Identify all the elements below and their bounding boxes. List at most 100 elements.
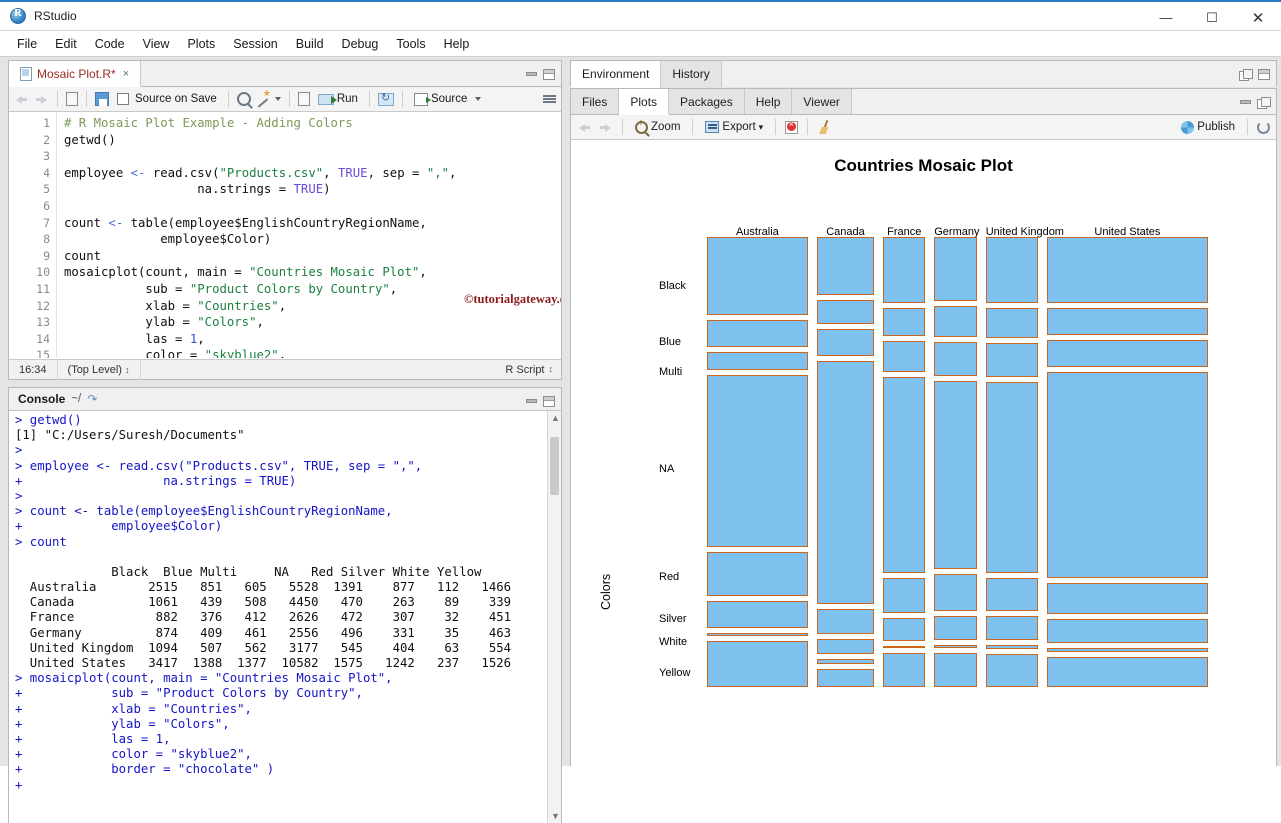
clear-all-plots-icon[interactable] <box>817 120 831 134</box>
menu-edit[interactable]: Edit <box>46 34 86 54</box>
row-label: NA <box>659 463 675 475</box>
menu-session[interactable]: Session <box>224 34 286 54</box>
source-chevron-down-icon[interactable] <box>475 97 482 101</box>
scroll-down-icon[interactable]: ▼ <box>551 811 560 821</box>
watermark: ©tutorialgateway.org <box>464 292 561 306</box>
search-icon[interactable] <box>236 92 251 106</box>
remove-plot-icon[interactable] <box>785 119 799 134</box>
tab-mosaic-plot-r[interactable]: Mosaic Plot.R* × <box>9 61 142 87</box>
filetype-selector[interactable]: R Script ↕ <box>497 364 561 376</box>
outline-icon[interactable] <box>543 93 556 105</box>
mosaic-tile <box>707 641 808 687</box>
line-number: 15 <box>36 348 50 358</box>
checkbox-icon[interactable] <box>117 93 129 105</box>
forward-icon[interactable] <box>34 93 49 106</box>
source-on-save-toggle[interactable]: Source on Save <box>114 92 220 106</box>
tab-viewer[interactable]: Viewer <box>792 89 852 114</box>
save-icon[interactable] <box>95 92 109 106</box>
menu-debug[interactable]: Debug <box>333 34 388 54</box>
menu-view[interactable]: View <box>134 34 179 54</box>
scrollbar-thumb[interactable] <box>550 437 559 495</box>
divider <box>57 91 58 107</box>
tab-label: History <box>672 67 710 81</box>
popout-icon[interactable] <box>66 92 78 106</box>
share-icon[interactable]: ↷ <box>87 392 97 406</box>
plots-pane-controls <box>1240 89 1271 115</box>
zoom-label: Zoom <box>651 121 681 133</box>
tab-plots[interactable]: Plots <box>619 89 670 115</box>
source-button[interactable]: Source <box>411 92 470 107</box>
publish-button[interactable]: Publish <box>1178 120 1238 135</box>
line-number: 9 <box>43 248 50 263</box>
filetype-label: R Script <box>505 363 545 376</box>
maximize-button[interactable]: ☐ <box>1189 2 1235 33</box>
mosaic-tile <box>985 615 1038 640</box>
window-controls: — ☐ ✕ <box>1143 2 1281 33</box>
rerun-icon[interactable] <box>377 91 394 106</box>
tab-help[interactable]: Help <box>744 89 793 114</box>
mosaic-tile <box>985 343 1038 377</box>
run-button[interactable]: Run <box>315 92 361 106</box>
code-tools-icon[interactable] <box>256 88 271 106</box>
mosaic-tile <box>934 341 977 376</box>
maximize-pane-icon[interactable] <box>1258 68 1270 80</box>
mosaic-tile <box>883 340 926 372</box>
console-line: Germany 874 409 461 2556 496 331 35 463 <box>15 625 512 640</box>
code-text-area[interactable]: # R Mosaic Plot Example - Adding Colors g… <box>64 115 561 358</box>
menu-file[interactable]: File <box>8 34 46 54</box>
scroll-up-icon[interactable]: ▲ <box>551 413 560 423</box>
menu-plots[interactable]: Plots <box>178 34 224 54</box>
mosaic-tile <box>883 577 926 613</box>
minimize-pane-icon[interactable] <box>526 72 537 76</box>
export-button[interactable]: Export ▾ <box>702 120 766 134</box>
r-document-icon <box>20 66 32 81</box>
maximize-pane-icon[interactable] <box>543 68 555 80</box>
compile-report-icon[interactable] <box>297 92 310 106</box>
menu-code[interactable]: Code <box>86 34 134 54</box>
menu-tools[interactable]: Tools <box>387 34 434 54</box>
refresh-icon[interactable] <box>1257 120 1270 134</box>
menu-build[interactable]: Build <box>287 34 333 54</box>
console-line: > count <box>15 534 67 549</box>
zoom-button[interactable]: Zoom <box>632 118 683 135</box>
scope-selector[interactable]: (Top Level) ↕ <box>58 359 141 380</box>
maximize-pane-icon[interactable] <box>543 395 555 407</box>
console-line: United Kingdom 1094 507 562 3177 545 404… <box>15 640 512 655</box>
chevron-down-icon[interactable] <box>274 97 281 101</box>
tab-history[interactable]: History <box>661 61 722 87</box>
mosaic-tile <box>934 645 977 648</box>
row-label: Multi <box>659 366 683 378</box>
close-icon[interactable]: × <box>123 68 129 80</box>
tab-environment[interactable]: Environment <box>571 61 662 88</box>
console-line: > <box>15 443 23 458</box>
minimize-button[interactable]: — <box>1143 2 1189 33</box>
mosaic-tile <box>883 645 926 649</box>
menu-help[interactable]: Help <box>435 34 479 54</box>
tab-files[interactable]: Files <box>571 89 620 114</box>
back-icon[interactable] <box>14 93 29 106</box>
console-scrollbar[interactable]: ▲ ▼ <box>547 411 561 823</box>
minimize-pane-icon[interactable] <box>1240 100 1251 104</box>
code-line: mosaicplot(count, main = "Countries Mosa… <box>64 265 427 280</box>
back-icon[interactable] <box>577 121 592 134</box>
code-editor[interactable]: 12345678910111213141516 # R Mosaic Plot … <box>9 112 561 358</box>
restore-pane-icon[interactable] <box>1239 68 1253 81</box>
divider <box>227 91 229 107</box>
minimize-pane-icon[interactable] <box>526 399 537 403</box>
forward-icon[interactable] <box>598 121 613 134</box>
console-header: Console ~/ ↷ <box>9 388 561 411</box>
console-line: Black Blue Multi NA Red Silver White Yel… <box>15 564 482 579</box>
tab-packages[interactable]: Packages <box>669 89 745 114</box>
close-button[interactable]: ✕ <box>1235 2 1281 33</box>
environment-pane: Environment History <box>570 60 1277 88</box>
console-output[interactable]: > getwd() [1] "C:/Users/Suresh/Documents"… <box>9 411 561 823</box>
code-line: getwd() <box>64 132 116 147</box>
code-line: color = "skyblue2", <box>64 348 287 358</box>
mosaic-tile <box>707 237 808 316</box>
restore-pane-icon[interactable] <box>1257 96 1271 109</box>
mosaic-tile <box>883 307 926 336</box>
tab-label: Plots <box>630 94 658 109</box>
source-tab-label: Mosaic Plot.R* <box>37 66 116 81</box>
mosaic-tile <box>883 653 926 688</box>
plots-pane: Files Plots Packages Help Viewer Zoom Export <box>570 88 1277 766</box>
